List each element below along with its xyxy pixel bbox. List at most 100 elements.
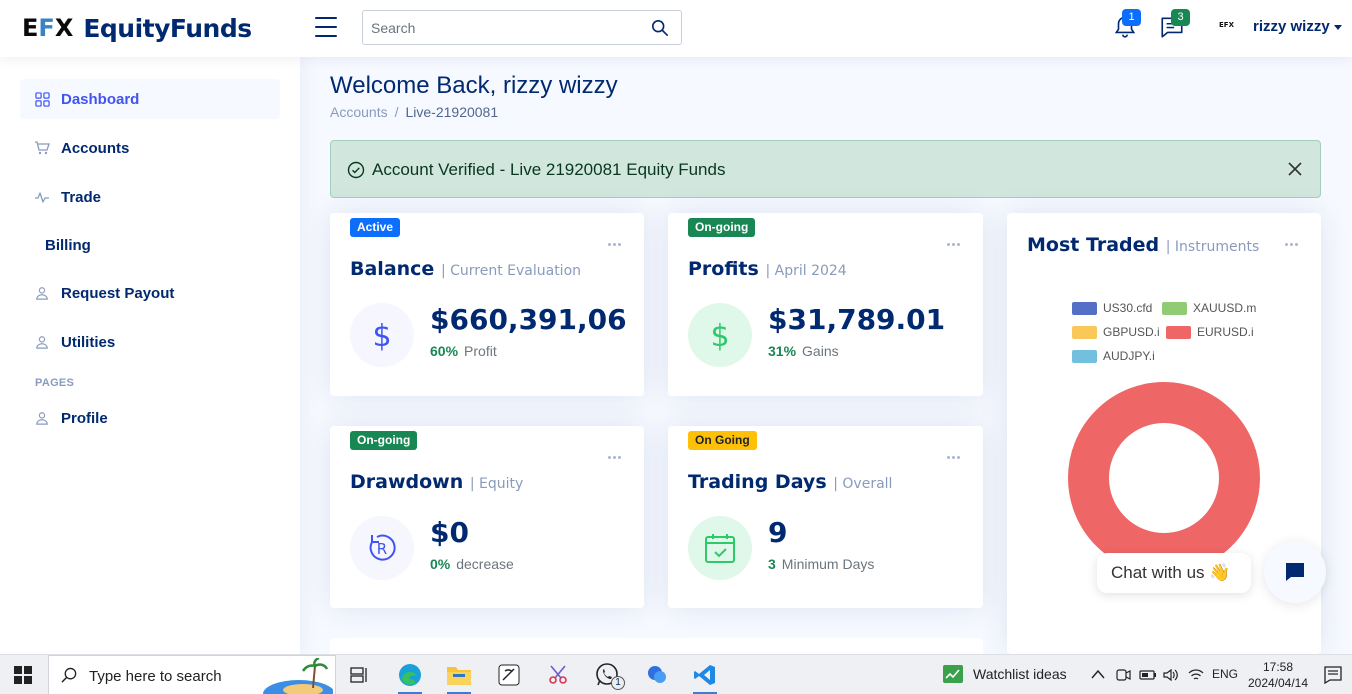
dollar-icon: $ [688, 303, 752, 367]
watchlist-label: Watchlist ideas [973, 666, 1067, 682]
verified-alert: Account Verified - Live 21920081 Equity … [330, 140, 1321, 198]
taskbar-search[interactable]: Type here to search [48, 655, 336, 694]
card-subline: 31% Gains [768, 343, 839, 359]
legend-swatch [1072, 349, 1097, 363]
sidebar-item-billing[interactable]: Billing [20, 225, 280, 265]
messenger-app[interactable] [641, 659, 673, 691]
check-circle-icon [347, 161, 365, 179]
more-options-icon[interactable] [947, 446, 963, 459]
legend-item[interactable]: GBPUSD.i [1072, 325, 1160, 339]
sidebar-item-request-payout[interactable]: Request Payout [20, 273, 280, 313]
sidebar-item-label: Accounts [61, 139, 130, 157]
search-icon[interactable] [651, 19, 669, 37]
trading-days-card: On Going Trading Days | Overall 9 3 Minim… [668, 426, 983, 608]
minimum-days-label: Minimum Days [781, 556, 875, 572]
svg-text:R: R [377, 540, 387, 558]
sidebar: Dashboard Accounts Trade Billing Request… [0, 57, 300, 654]
sidebar-item-label: Profile [61, 409, 108, 427]
messages-button[interactable]: 3 [1159, 9, 1190, 42]
task-view-button[interactable] [344, 659, 376, 691]
search-bar [362, 10, 682, 45]
user-menu-toggle[interactable]: rizzy wizzy [1253, 18, 1342, 35]
cart-icon [34, 140, 50, 156]
top-header: EFX EquityFunds 1 3 EFX rizzy wizzy [0, 0, 1352, 57]
notification-center-icon[interactable] [1324, 666, 1342, 684]
grid-icon [34, 91, 50, 107]
search-input[interactable] [363, 11, 633, 44]
breadcrumb-current: Live-21920081 [405, 104, 499, 120]
chat-label: Chat with us 👋 [1111, 563, 1231, 582]
search-icon [61, 667, 77, 683]
balance-card: Active Balance | Current Evaluation $ $6… [330, 213, 644, 396]
card-subtitle: | Equity [469, 476, 524, 492]
profile-logo[interactable]: EFX [1219, 21, 1234, 29]
more-options-icon[interactable] [608, 446, 624, 459]
wifi-icon[interactable] [1188, 668, 1204, 682]
menu-toggle-icon[interactable] [315, 17, 337, 37]
system-clock[interactable]: 17:58 2024/04/14 [1247, 659, 1309, 691]
legend-swatch [1072, 325, 1097, 339]
calendar-check-icon [688, 516, 752, 580]
card-subtitle: | Overall [833, 476, 893, 492]
sidebar-item-label: Utilities [61, 333, 116, 351]
whatsapp-app[interactable]: 1 [592, 659, 625, 691]
edge-app[interactable] [394, 659, 426, 694]
profits-value: $31,789.01 [768, 303, 946, 336]
notifications-button[interactable]: 1 [1112, 9, 1141, 42]
battery-icon[interactable] [1139, 668, 1157, 682]
more-options-icon[interactable] [608, 233, 624, 246]
card-subtitle: | April 2024 [765, 263, 847, 279]
volume-icon[interactable] [1162, 667, 1180, 683]
legend-label: GBPUSD.i [1103, 325, 1160, 339]
card-title-text: Drawdown [350, 471, 464, 493]
chat-launcher[interactable] [1264, 541, 1326, 603]
donut-slice[interactable] [1068, 382, 1260, 574]
watchlist-widget[interactable]: Watchlist ideas [943, 665, 1067, 683]
file-explorer-app[interactable] [443, 659, 475, 694]
percentage: 0% [430, 556, 451, 572]
more-options-icon[interactable] [947, 233, 963, 246]
sidebar-item-profile[interactable]: Profile [20, 398, 280, 438]
sidebar-item-utilities[interactable]: Utilities [20, 322, 280, 362]
breadcrumb-accounts-link[interactable]: Accounts [330, 104, 388, 120]
meet-now-icon[interactable] [1115, 667, 1131, 683]
card-title: Profits | April 2024 [688, 258, 847, 280]
more-options-icon[interactable] [1285, 233, 1301, 246]
profits-card: On-going Profits | April 2024 $ $31,789.… [668, 213, 983, 396]
language-indicator[interactable]: ENG [1212, 667, 1238, 681]
legend-label: AUDJPY.i [1103, 349, 1155, 363]
scissors-icon [549, 665, 567, 684]
trading-days-value: 9 [768, 516, 788, 549]
whatsapp-badge: 1 [611, 676, 625, 690]
sidebar-item-label: Request Payout [61, 284, 175, 302]
snipping-app[interactable] [542, 659, 574, 691]
chevron-up-icon[interactable] [1091, 669, 1105, 679]
sidebar-item-label: Billing [45, 236, 91, 254]
card-subtitle: | Current Evaluation [440, 263, 582, 279]
card-subline: 60% Profit [430, 343, 497, 359]
sidebar-item-trade[interactable]: Trade [20, 177, 280, 217]
close-icon[interactable] [1288, 162, 1302, 176]
vscode-app[interactable] [689, 659, 721, 694]
legend-item[interactable]: AUDJPY.i [1072, 349, 1155, 363]
sidebar-item-accounts[interactable]: Accounts [20, 128, 280, 168]
legend-swatch [1166, 325, 1191, 339]
drawdown-card: On-going Drawdown | Equity R $0 0% decrea… [330, 426, 644, 608]
card-title: Drawdown | Equity [350, 471, 523, 493]
brand-logo[interactable]: EFX EquityFunds [22, 11, 252, 45]
drawdown-value: $0 [430, 516, 469, 549]
sidebar-item-dashboard[interactable]: Dashboard [20, 79, 280, 119]
legend-item[interactable]: XAUUSD.m [1162, 301, 1256, 315]
pulse-icon [34, 189, 50, 205]
vscode-icon [694, 665, 715, 685]
windows-start-icon[interactable] [14, 666, 32, 684]
card-title-text: Most Traded [1027, 234, 1160, 256]
logo-mark: EFX [22, 14, 74, 42]
card-title-text: Balance [350, 258, 435, 280]
status-badge: Active [350, 218, 401, 237]
legend-item[interactable]: EURUSD.i [1166, 325, 1254, 339]
legend-item[interactable]: US30.cfd [1072, 301, 1152, 315]
chat-with-us-button[interactable]: Chat with us 👋 [1097, 553, 1251, 593]
minimum-days-count: 3 [768, 556, 776, 572]
pen-app[interactable] [493, 659, 525, 691]
